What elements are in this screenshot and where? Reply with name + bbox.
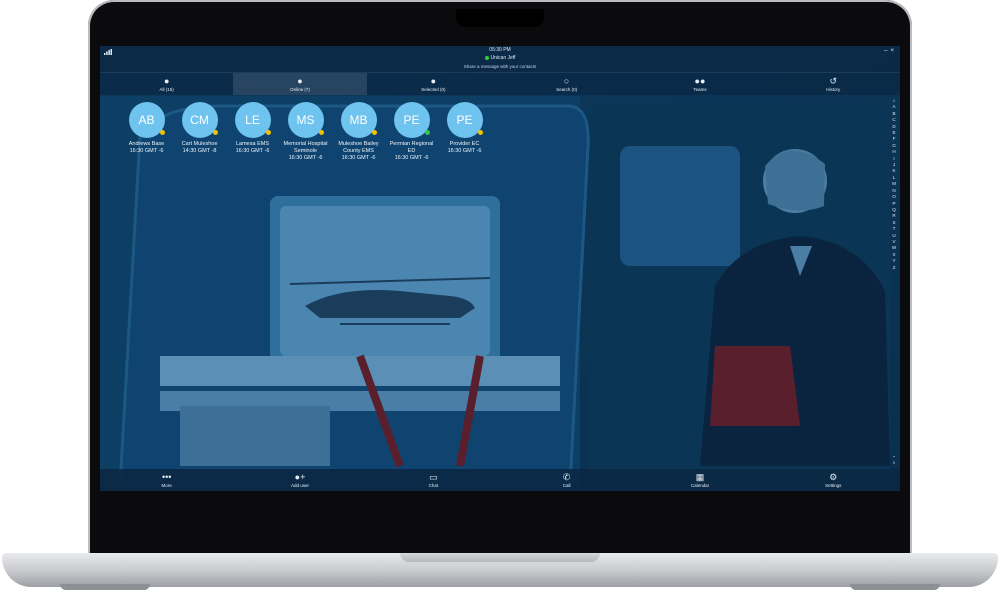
- status-message-input[interactable]: Share a message with your contacts: [100, 64, 900, 69]
- avatar-initials: MS: [296, 113, 315, 127]
- tab-search[interactable]: ○ Search (0): [500, 73, 633, 95]
- avatar-initials: CM: [190, 113, 209, 127]
- contact-card[interactable]: LE Lamesa EMS 16:30 GMT -6: [228, 102, 277, 162]
- contact-name: Permian Regional ED: [389, 141, 434, 154]
- contact-card[interactable]: MB Muleshoe Bailey County EMS 16:30 GMT …: [334, 102, 383, 162]
- more-icon: •••: [161, 472, 172, 482]
- avatar-initials: LE: [245, 113, 260, 127]
- presence-away-indicator: [265, 130, 271, 135]
- avatar-initials: AB: [138, 113, 155, 127]
- presence-away-indicator: [212, 130, 218, 135]
- person-outline-icon: ○: [563, 76, 570, 86]
- contact-time: 16:30 GMT -6: [394, 155, 429, 161]
- contact-card[interactable]: AB Andrews Base 16:30 GMT -6: [122, 102, 171, 162]
- phone-icon: ✆: [562, 472, 571, 482]
- presence-away-indicator: [318, 130, 324, 135]
- contact-card[interactable]: PE Provider EC 16:30 GMT -6: [440, 102, 489, 162]
- camera-notch: [456, 9, 544, 27]
- bottom-toolbar: ••• More ●+ Add user ▭ Chat ✆ Call ▦ Cal…: [100, 469, 900, 491]
- online-status-icon: [484, 55, 489, 60]
- gear-icon: ⚙: [829, 472, 838, 482]
- avatar: MS: [287, 102, 324, 138]
- presence-away-indicator: [159, 130, 165, 135]
- contact-card[interactable]: MS Memorial Hospital Seminole 16:30 GMT …: [281, 102, 330, 162]
- call-label: Call: [562, 483, 571, 488]
- contact-list: AB Andrews Base 16:30 GMT -6 CM Cart Mul…: [122, 102, 489, 162]
- contact-name: Andrews Base: [128, 141, 165, 147]
- tab-search-label: Search (0): [556, 87, 578, 92]
- laptop-opening-lip: [400, 553, 600, 562]
- contact-time: 14:30 GMT -8: [182, 148, 217, 154]
- avatar-initials: MB: [349, 113, 368, 127]
- avatar: PE: [446, 102, 483, 138]
- settings-button[interactable]: ⚙ Settings: [767, 469, 900, 491]
- contact-name: Provider EC: [449, 141, 480, 147]
- clock: 05:30 PM: [489, 47, 511, 53]
- more-label: More: [161, 483, 172, 488]
- team-icon: ●●: [694, 76, 706, 86]
- tab-online[interactable]: ● Online (7): [233, 73, 367, 95]
- calendar-button[interactable]: ▦ Calendar: [633, 469, 766, 491]
- contact-time: 16:30 GMT -6: [447, 148, 482, 154]
- alphabet-index: ⌂ A B C D E F G H I J K L M N O P Q R S …: [890, 98, 898, 466]
- tab-teams[interactable]: ●● Teams: [633, 73, 766, 95]
- tab-selected-label: Selected (0): [421, 87, 446, 92]
- contact-time: 16:30 GMT -6: [341, 155, 376, 161]
- avatar: CM: [181, 102, 218, 138]
- contact-name: Memorial Hospital Seminole: [283, 141, 328, 154]
- chat-label: Chat: [428, 483, 439, 488]
- tab-history-label: History: [826, 87, 841, 92]
- tab-all[interactable]: ● All (16): [100, 73, 233, 95]
- alphabet-letter[interactable]: Z: [893, 265, 896, 271]
- tab-online-label: Online (7): [290, 87, 310, 92]
- tab-teams-label: Teams: [693, 87, 707, 92]
- contact-card[interactable]: PE Permian Regional ED 16:30 GMT -6: [387, 102, 436, 162]
- person-icon: ●: [430, 76, 437, 86]
- chat-icon: ▭: [429, 472, 438, 482]
- tab-selected[interactable]: ● Selected (0): [367, 73, 500, 95]
- filter-tabs: ● All (16) ● Online (7) ● Selected (0) ○…: [100, 72, 900, 95]
- contact-time: 16:30 GMT -6: [288, 155, 323, 161]
- chat-button[interactable]: ▭ Chat: [367, 469, 500, 491]
- presence-online-indicator: [424, 130, 430, 135]
- contact-time: 16:30 GMT -6: [129, 148, 164, 154]
- status-bar: 05:30 PM Unican Jeff Share a message wit…: [100, 46, 900, 72]
- add-user-label: Add user: [290, 483, 309, 488]
- presence-away-indicator: [477, 130, 483, 135]
- contact-name: Cart Muleshoe: [181, 141, 218, 147]
- laptop-foot-right: [850, 584, 940, 590]
- add-user-icon: ●+: [294, 472, 306, 482]
- call-button[interactable]: ✆ Call: [500, 469, 633, 491]
- contact-name: Muleshoe Bailey County EMS: [338, 141, 379, 154]
- window-controls: –×: [884, 48, 897, 54]
- add-user-button[interactable]: ●+ Add user: [233, 469, 366, 491]
- contact-card[interactable]: CM Cart Muleshoe 14:30 GMT -8: [175, 102, 224, 162]
- avatar-initials: PE: [403, 113, 420, 127]
- person-icon: ●: [163, 76, 170, 86]
- more-button[interactable]: ••• More: [100, 469, 233, 491]
- person-icon: ●: [297, 76, 303, 86]
- calendar-label: Calendar: [690, 483, 710, 488]
- search-icon[interactable]: ⌕: [893, 460, 896, 466]
- current-user[interactable]: Unican Jeff: [100, 55, 900, 61]
- contact-name: Lamesa EMS: [235, 141, 269, 147]
- avatar: AB: [128, 102, 165, 138]
- app-screen: 05:30 PM Unican Jeff Share a message wit…: [100, 46, 900, 491]
- tab-all-label: All (16): [159, 87, 174, 92]
- laptop-foot-left: [60, 584, 150, 590]
- avatar: PE: [393, 102, 430, 138]
- avatar: MB: [340, 102, 377, 138]
- tab-history[interactable]: ↺ History: [767, 73, 900, 95]
- presence-away-indicator: [371, 130, 377, 135]
- history-icon: ↺: [829, 76, 838, 86]
- current-user-name: Unican Jeff: [490, 55, 516, 61]
- close-icon[interactable]: ×: [890, 48, 897, 54]
- contact-time: 16:30 GMT -6: [235, 148, 270, 154]
- avatar-initials: PE: [456, 113, 473, 127]
- settings-label: Settings: [825, 483, 842, 488]
- avatar: LE: [234, 102, 271, 138]
- calendar-icon: ▦: [695, 472, 705, 482]
